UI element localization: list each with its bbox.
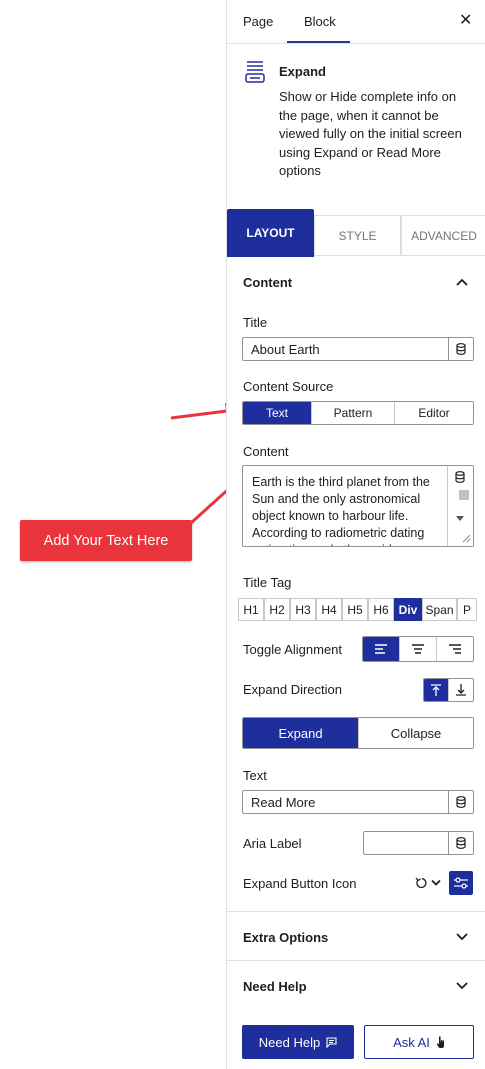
read-more-text-input[interactable]: Read More <box>242 790 474 814</box>
title-label: Title <box>243 315 268 330</box>
source-option-text[interactable]: Text <box>243 402 312 424</box>
source-option-pattern[interactable]: Pattern <box>312 402 395 424</box>
state-option-expand[interactable]: Expand <box>243 718 359 748</box>
title-tag-p[interactable]: P <box>457 598 477 621</box>
dynamic-data-icon[interactable] <box>448 791 473 813</box>
title-tag-span[interactable]: Span <box>422 598 457 621</box>
chat-icon <box>326 1036 337 1048</box>
title-tag-h6[interactable]: H6 <box>368 598 394 621</box>
arrow-down-icon[interactable] <box>449 679 473 701</box>
expand-direction-label: Expand Direction <box>243 682 342 697</box>
ask-ai-button-label: Ask AI <box>393 1034 430 1050</box>
extra-options-title[interactable]: Extra Options <box>243 930 328 945</box>
need-help-button-label: Need Help <box>258 1034 321 1050</box>
textarea-sidebar <box>447 466 473 546</box>
block-description: Show or Hide complete info on the page, … <box>279 89 462 178</box>
title-tag-h1[interactable]: H1 <box>238 598 264 621</box>
title-input-value: About Earth <box>251 342 320 357</box>
section-divider <box>227 960 485 961</box>
expand-button-icon-label: Expand Button Icon <box>243 876 357 891</box>
expand-block-icon <box>245 61 265 83</box>
dynamic-data-icon[interactable] <box>448 832 473 854</box>
content-source-label: Content Source <box>243 379 334 394</box>
title-tag-h4[interactable]: H4 <box>316 598 342 621</box>
block-inspector-panel: Page Block ✕ Expand Show or Hide complet… <box>226 0 485 1069</box>
state-option-collapse[interactable]: Collapse <box>359 718 473 748</box>
dynamic-data-icon[interactable] <box>455 470 465 488</box>
section-divider <box>227 911 485 912</box>
arrow-up-icon[interactable] <box>424 679 449 701</box>
tab-block[interactable]: Block <box>304 14 336 29</box>
need-help-button[interactable]: Need Help <box>242 1025 354 1059</box>
expand-direction-control <box>423 678 474 702</box>
content-source-control: Text Pattern Editor <box>242 401 474 425</box>
expand-state-control: Expand Collapse <box>242 717 474 749</box>
chevron-up-icon[interactable] <box>455 275 469 289</box>
align-right-icon[interactable] <box>437 637 473 661</box>
ask-ai-button[interactable]: Ask AI <box>364 1025 474 1059</box>
icon-settings-button[interactable] <box>449 871 473 895</box>
tab-page[interactable]: Page <box>243 14 273 29</box>
content-section-title[interactable]: Content <box>243 275 292 290</box>
aria-label-label: Aria Label <box>243 836 302 851</box>
title-tag-label: Title Tag <box>243 575 292 590</box>
scrollbar-thumb[interactable] <box>459 490 469 500</box>
resize-handle-icon[interactable] <box>462 534 471 543</box>
title-tag-div[interactable]: Div <box>394 598 422 621</box>
need-help-title[interactable]: Need Help <box>243 979 307 994</box>
chevron-down-icon[interactable] <box>455 930 469 944</box>
content-textarea-value: Earth is the third planet from the Sun a… <box>252 475 430 546</box>
tab-layout[interactable]: LAYOUT <box>227 209 314 257</box>
settings-sliders-icon <box>454 877 468 889</box>
title-tag-h5[interactable]: H5 <box>342 598 368 621</box>
chevron-down-icon[interactable] <box>455 979 469 993</box>
title-input[interactable]: About Earth <box>242 337 474 361</box>
pointer-hand-icon <box>436 1036 444 1048</box>
text-label: Text <box>243 768 267 783</box>
block-title: Expand <box>279 64 326 79</box>
content-label: Content <box>243 444 289 459</box>
tab-advanced[interactable]: ADVANCED <box>401 215 485 256</box>
read-more-text-value: Read More <box>251 795 316 810</box>
toggle-alignment-control <box>362 636 474 662</box>
toggle-alignment-label: Toggle Alignment <box>243 642 343 657</box>
aria-label-input[interactable] <box>363 831 474 855</box>
scroll-down-icon[interactable] <box>456 516 464 522</box>
align-left-icon[interactable] <box>363 637 400 661</box>
chevron-down-icon[interactable] <box>431 879 441 887</box>
reset-icon[interactable] <box>415 877 427 889</box>
dynamic-data-icon[interactable] <box>448 338 473 360</box>
close-icon[interactable]: ✕ <box>459 10 472 30</box>
inspector-tabs: LAYOUT STYLE ADVANCED <box>227 209 485 257</box>
content-textarea[interactable]: Earth is the third planet from the Sun a… <box>242 465 474 547</box>
align-center-icon[interactable] <box>400 637 437 661</box>
header-divider <box>227 43 485 44</box>
source-option-editor[interactable]: Editor <box>395 402 473 424</box>
title-tag-h2[interactable]: H2 <box>264 598 290 621</box>
title-tag-h3[interactable]: H3 <box>290 598 316 621</box>
tab-style[interactable]: STYLE <box>314 215 401 256</box>
